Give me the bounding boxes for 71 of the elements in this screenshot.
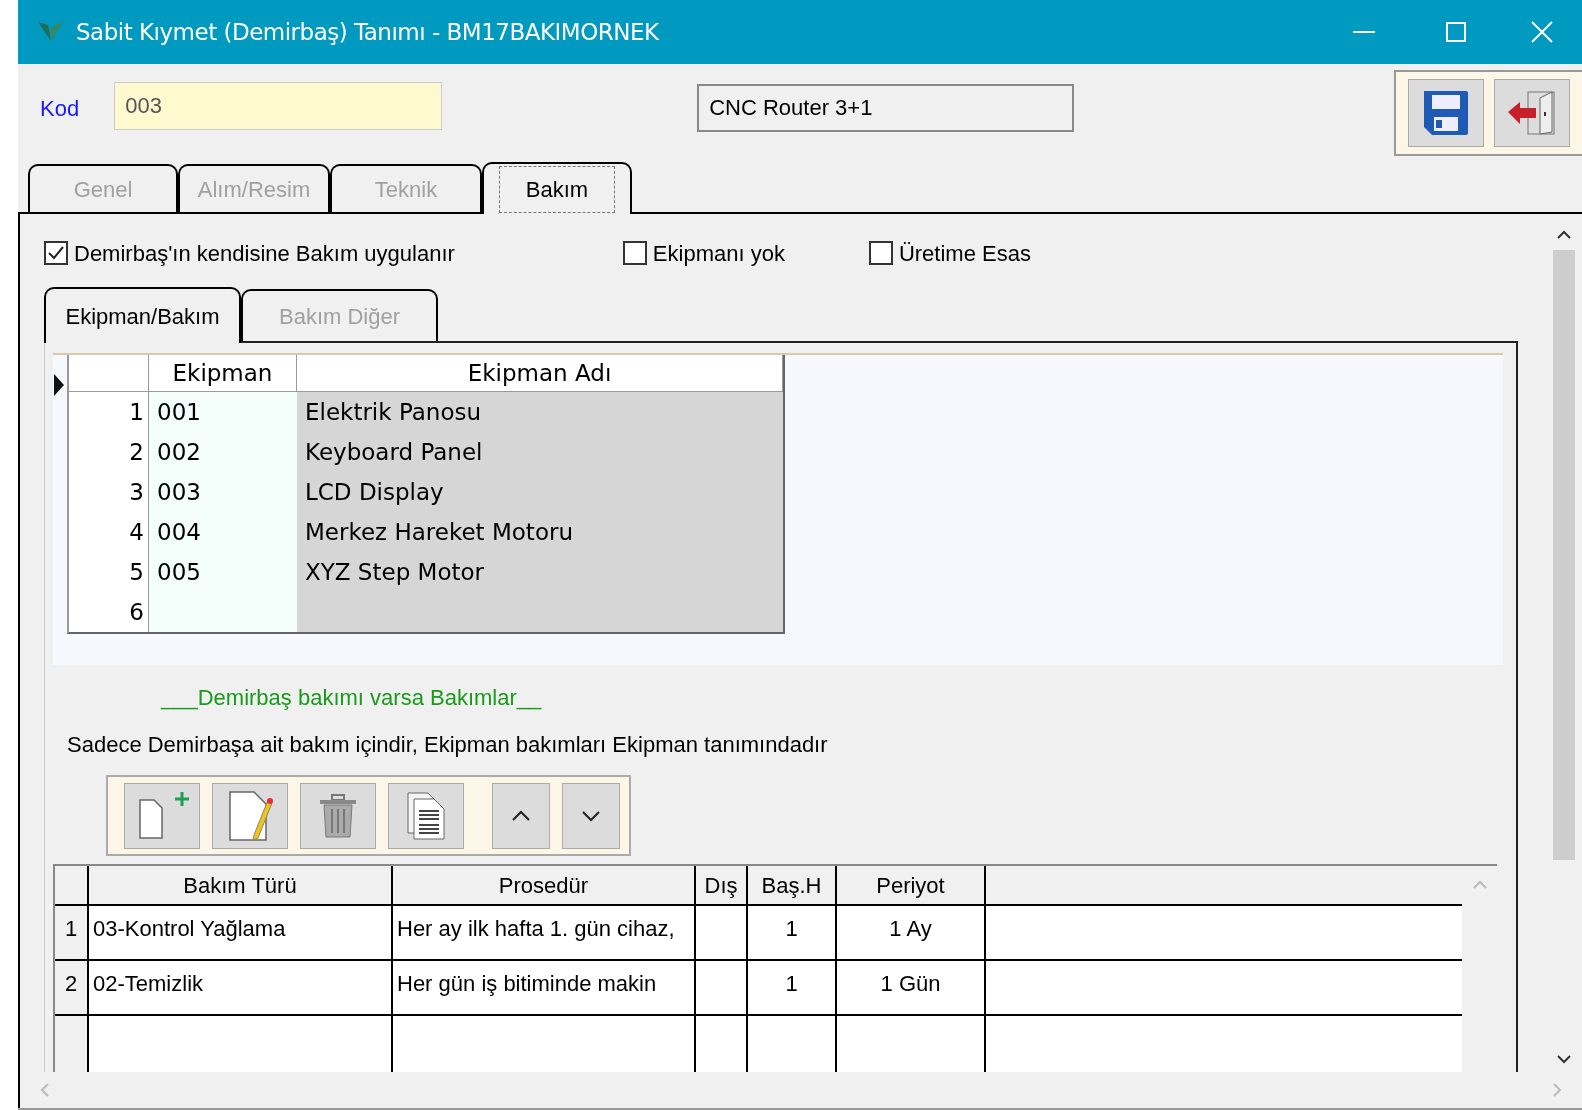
scroll-down-icon xyxy=(1556,1054,1572,1064)
row-number: 3 xyxy=(129,477,144,507)
column-header[interactable]: Bakım Türü xyxy=(89,866,393,904)
save-button[interactable] xyxy=(1408,79,1484,147)
table-cell-text: 002 xyxy=(157,437,201,467)
row-pointer-icon xyxy=(53,373,65,397)
row-number: 1 xyxy=(64,915,78,943)
column-header[interactable]: Periyot xyxy=(837,866,986,904)
trash-icon xyxy=(318,792,358,839)
column-header[interactable]: Ekipman Adı xyxy=(297,355,783,391)
table-cell-text: 004 xyxy=(157,517,201,547)
checkbox-option[interactable]: Üretime Esas xyxy=(868,236,1031,270)
table-cell-text: Merkez Hareket Motoru xyxy=(305,517,573,547)
name-field[interactable]: CNC Router 3+1 xyxy=(697,84,1075,132)
maximize-icon xyxy=(1446,22,1466,42)
column-header[interactable]: Prosedür xyxy=(393,866,696,904)
move-up-button[interactable] xyxy=(492,782,550,849)
scrollbar-thumb[interactable] xyxy=(1553,250,1575,860)
scroll-up-icon xyxy=(1471,880,1488,890)
table-cell-text: Her gün iş bitiminde makin xyxy=(397,970,657,998)
copy-record-button[interactable] xyxy=(388,782,464,849)
chevron-up-icon xyxy=(511,809,531,822)
edit-record-button[interactable] xyxy=(212,782,288,849)
column-header[interactable]: Ekipman xyxy=(149,355,297,391)
chevron-down-icon xyxy=(581,809,601,822)
sub-tab[interactable]: Ekipman/Bakım xyxy=(44,287,241,343)
row-number: 6 xyxy=(129,597,144,627)
table-cell-text: LCD Display xyxy=(305,477,444,507)
checkbox-option[interactable]: Demirbaş'ın kendisine Bakım uygulanır xyxy=(44,236,455,270)
table-cell-text: 1 Ay xyxy=(889,915,932,943)
delete-record-button[interactable] xyxy=(300,782,376,849)
row-number: 5 xyxy=(129,557,144,587)
copy-documents-icon xyxy=(404,790,448,841)
table-cell-text: 1 Gün xyxy=(880,970,941,998)
table-cell-text: 1 xyxy=(785,970,798,998)
kod-label: Kod xyxy=(40,95,80,123)
table-cell-text: Keyboard Panel xyxy=(305,437,483,467)
row-number: 4 xyxy=(129,517,144,547)
checkbox[interactable] xyxy=(44,241,68,265)
column-header[interactable]: Baş.H xyxy=(748,866,837,904)
save-icon xyxy=(1422,89,1470,137)
scroll-right-icon xyxy=(1552,1082,1562,1098)
move-down-button[interactable] xyxy=(562,782,620,849)
scroll-up-icon xyxy=(1556,230,1572,240)
table-cell-text: XYZ Step Motor xyxy=(305,557,484,587)
kod-field[interactable]: 003 xyxy=(114,82,443,130)
close-icon xyxy=(1531,21,1553,43)
minimize-icon xyxy=(1353,31,1375,33)
table-cell-text: Elektrik Panosu xyxy=(305,397,482,427)
checkbox[interactable] xyxy=(868,241,893,265)
checkbox-option[interactable]: Ekipmanı yok xyxy=(622,236,785,270)
table-cell-text: 02-Temizlik xyxy=(93,970,204,998)
table-cell-text: 003 xyxy=(157,477,201,507)
table-cell-text: 001 xyxy=(157,397,201,427)
column-header[interactable]: Dış xyxy=(696,866,748,904)
scroll-left-icon xyxy=(40,1082,50,1098)
table-cell-text: Her ay ilk hafta 1. gün cihaz, xyxy=(397,915,675,943)
note-text: Sadece Demirbaşa ait bakım içindir, Ekipman bakımları Ekipman tanımındadır xyxy=(67,731,828,759)
exit-button[interactable] xyxy=(1494,79,1570,147)
window-title: Sabit Kıymet (Demirbaş) Tanımı - BM17BAKIMORNEK xyxy=(76,17,659,47)
row-number: 2 xyxy=(64,970,78,998)
table-cell-text: 005 xyxy=(157,557,201,587)
row-number: 2 xyxy=(129,437,144,467)
table-cell-text: 1 xyxy=(785,915,798,943)
checkbox[interactable] xyxy=(622,241,647,265)
new-record-button[interactable] xyxy=(124,782,200,849)
maintenance-heading: ___Demirbaş bakımı varsa Bakımlar__ xyxy=(161,684,542,712)
table-cell-text: 03-Kontrol Yağlama xyxy=(93,915,286,943)
tab[interactable]: Bakım xyxy=(482,162,632,214)
exit-door-icon xyxy=(1506,88,1558,138)
row-number: 1 xyxy=(129,397,144,427)
